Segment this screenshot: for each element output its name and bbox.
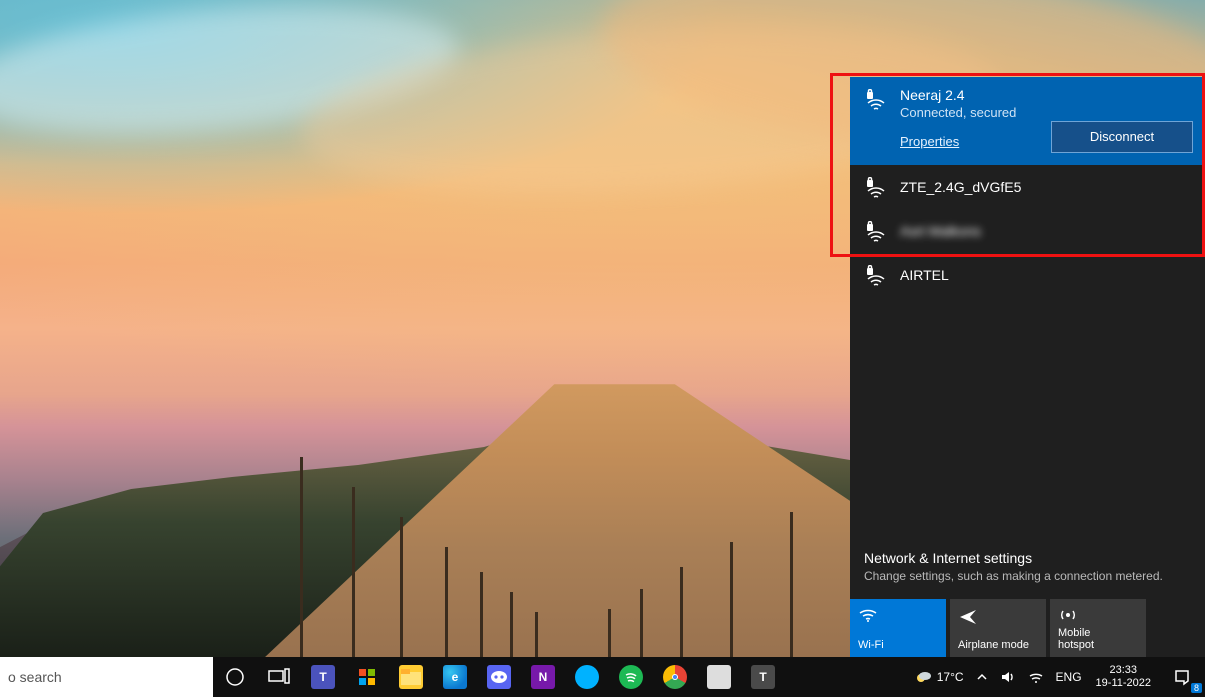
quick-wifi-button[interactable]: Wi-Fi — [850, 599, 946, 657]
chrome-icon — [663, 665, 687, 689]
quick-airplane-button[interactable]: Airplane mode — [950, 599, 1046, 657]
teams-icon: T — [311, 665, 335, 689]
wifi-network-name: ZTE_2.4G_dVGfE5 — [900, 179, 1191, 195]
airplane-icon — [958, 605, 978, 628]
system-tray: 17°C ENG 23:33 19-11-2022 8 — [908, 657, 1205, 697]
taskbar: o search Te N T 17°C ENG 23:33 19-11-2022 — [0, 657, 1205, 697]
taskbar-app-app2[interactable] — [697, 657, 741, 697]
wifi-network-name: Asrt Malkons — [900, 223, 1191, 239]
network-settings-link[interactable]: Network & Internet settings Change setti… — [864, 550, 1163, 583]
quick-wifi-label: Wi-Fi — [858, 639, 884, 651]
discord-icon — [487, 665, 511, 689]
weather-temp: 17°C — [937, 670, 964, 684]
wifi-quick-actions: Wi-Fi Airplane mode Mobile hotspot — [850, 599, 1205, 657]
app1-icon — [575, 665, 599, 689]
taskbar-search[interactable]: o search — [0, 657, 213, 697]
wifi-secured-icon — [864, 89, 888, 113]
notification-count: 8 — [1191, 683, 1202, 693]
taskbar-app-app1[interactable] — [565, 657, 609, 697]
spotify-icon — [619, 665, 643, 689]
task-view-button[interactable] — [257, 657, 301, 697]
quick-hotspot-label: Mobile hotspot — [1058, 627, 1094, 651]
wifi-network-item[interactable]: AIRTEL — [850, 253, 1205, 297]
tray-language[interactable]: ENG — [1050, 657, 1088, 697]
tray-chevron-up[interactable] — [970, 657, 994, 697]
edge-icon: e — [443, 665, 467, 689]
app2-icon — [707, 665, 731, 689]
wifi-network-item[interactable]: Asrt Malkons — [850, 209, 1205, 253]
wifi-network-connected[interactable]: Neeraj 2.4 Connected, secured Properties… — [850, 77, 1205, 165]
wifi-secured-icon — [864, 265, 888, 289]
wifi-flyout: Neeraj 2.4 Connected, secured Properties… — [850, 77, 1205, 657]
wifi-secured-icon — [864, 177, 888, 201]
tray-volume[interactable] — [994, 657, 1022, 697]
taskbar-app-teams[interactable]: T — [301, 657, 345, 697]
explorer-icon — [399, 665, 423, 689]
network-settings-title: Network & Internet settings — [864, 550, 1163, 566]
weather-icon — [914, 667, 932, 688]
wifi-connected-name: Neeraj 2.4 — [900, 87, 1191, 103]
tray-date: 19-11-2022 — [1096, 677, 1151, 690]
wifi-disconnect-button[interactable]: Disconnect — [1051, 121, 1193, 153]
taskbar-app-edge[interactable]: e — [433, 657, 477, 697]
taskbar-app-onenote[interactable]: N — [521, 657, 565, 697]
taskbar-app-discord[interactable] — [477, 657, 521, 697]
tray-network[interactable] — [1022, 657, 1050, 697]
quick-airplane-label: Airplane mode — [958, 639, 1029, 651]
network-settings-sub: Change settings, such as making a connec… — [864, 569, 1163, 583]
taskbar-app-chrome[interactable] — [653, 657, 697, 697]
wifi-secured-icon — [864, 221, 888, 245]
taskbar-app-store[interactable] — [345, 657, 389, 697]
app3-icon: T — [751, 665, 775, 689]
wifi-properties-link[interactable]: Properties — [900, 134, 959, 149]
wifi-icon — [858, 605, 878, 628]
store-icon — [355, 665, 379, 689]
tray-time: 23:33 — [1110, 664, 1138, 677]
taskbar-app-explorer[interactable] — [389, 657, 433, 697]
hotspot-icon — [1058, 605, 1078, 628]
taskbar-app-spotify[interactable] — [609, 657, 653, 697]
wifi-network-name: AIRTEL — [900, 267, 1191, 283]
wifi-connected-status: Connected, secured — [900, 105, 1191, 120]
quick-hotspot-button[interactable]: Mobile hotspot — [1050, 599, 1146, 657]
taskbar-app-app3[interactable]: T — [741, 657, 785, 697]
tray-notifications[interactable]: 8 — [1159, 657, 1205, 697]
search-placeholder: o search — [8, 669, 62, 685]
tray-clock[interactable]: 23:33 19-11-2022 — [1088, 657, 1159, 697]
tray-weather[interactable]: 17°C — [908, 657, 970, 697]
cortana-button[interactable] — [213, 657, 257, 697]
onenote-icon: N — [531, 665, 555, 689]
wifi-network-item[interactable]: ZTE_2.4G_dVGfE5 — [850, 165, 1205, 209]
